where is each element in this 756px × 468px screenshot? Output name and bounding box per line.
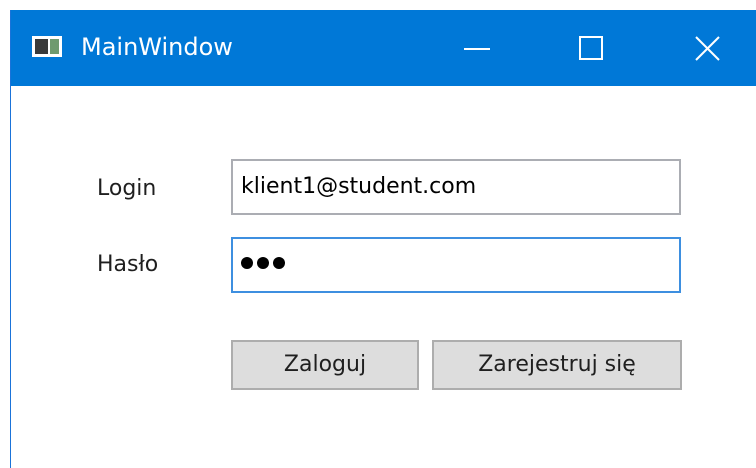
window-title: MainWindow	[81, 33, 233, 61]
minimize-icon	[464, 48, 490, 50]
login-input[interactable]: klient1@student.com	[231, 159, 681, 215]
maximize-icon	[579, 36, 603, 60]
maximize-button[interactable]	[546, 10, 638, 86]
password-mask	[241, 239, 289, 289]
close-icon	[695, 36, 720, 61]
login-label: Login	[97, 176, 157, 201]
minimize-button[interactable]	[431, 10, 523, 86]
login-button[interactable]: Zaloguj	[231, 340, 419, 390]
main-window: MainWindow Login klient1@student.com Has…	[10, 10, 756, 468]
app-window-icon	[32, 36, 62, 57]
password-input[interactable]	[231, 237, 681, 293]
title-bar[interactable]: MainWindow	[11, 10, 756, 86]
password-label: Hasło	[97, 252, 159, 277]
password-mask-dot	[241, 257, 253, 269]
close-button[interactable]	[661, 10, 753, 86]
password-mask-dot	[257, 257, 269, 269]
password-mask-dot	[273, 257, 285, 269]
register-button[interactable]: Zarejestruj się	[432, 340, 682, 390]
